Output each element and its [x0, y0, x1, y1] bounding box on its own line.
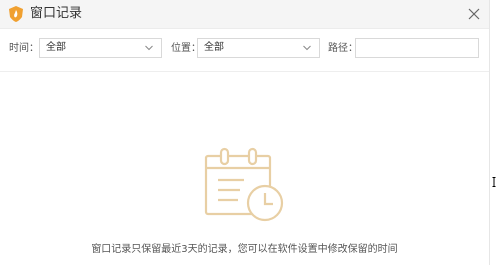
window-record-dialog: 窗口记录 时间： 全部 位置： 全部 路径： 窗口记录只保留最近3天的记录，您可… — [0, 0, 490, 265]
path-label: 路径： — [328, 43, 358, 54]
close-icon[interactable] — [464, 4, 484, 24]
path-input[interactable] — [355, 38, 479, 58]
calendar-clock-icon — [204, 147, 284, 222]
time-label: 时间： — [9, 43, 39, 54]
time-select-value: 全部 — [46, 42, 66, 53]
text-cursor-icon — [492, 177, 496, 187]
title-bar[interactable]: 窗口记录 — [0, 0, 489, 29]
chevron-down-icon — [145, 45, 153, 51]
filter-bar: 时间： 全部 位置： 全部 路径： — [0, 29, 489, 72]
app-logo-icon — [9, 6, 23, 22]
position-select-value: 全部 — [204, 42, 224, 53]
time-select[interactable]: 全部 — [39, 38, 162, 58]
window-title: 窗口记录 — [30, 6, 83, 21]
chevron-down-icon — [303, 45, 311, 51]
position-select[interactable]: 全部 — [197, 38, 320, 58]
empty-state-message: 窗口记录只保留最近3天的记录，您可以在软件设置中修改保留的时间 — [91, 244, 398, 255]
